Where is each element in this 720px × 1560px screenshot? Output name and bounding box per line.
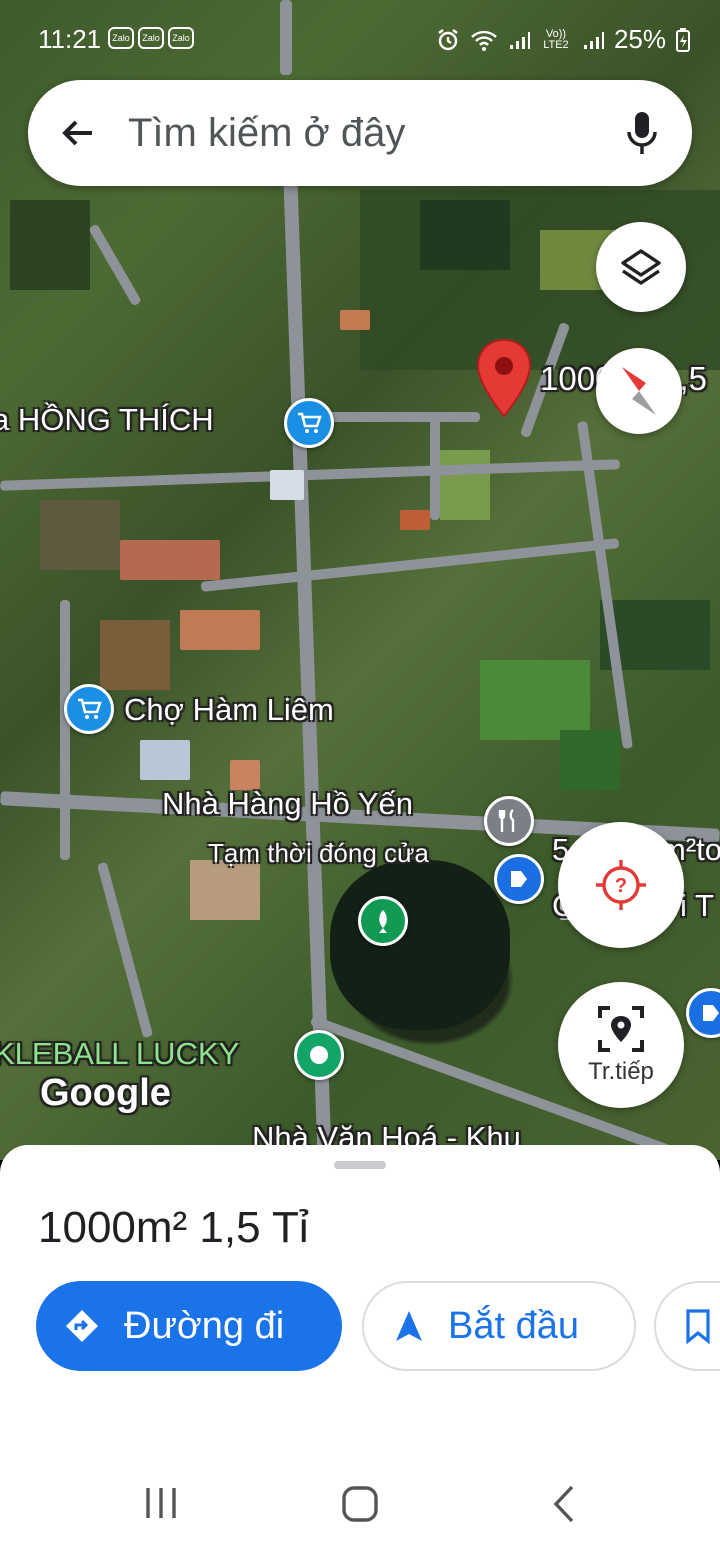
start-label: Bắt đầu: [448, 1304, 579, 1347]
field: [40, 500, 120, 570]
field: [10, 200, 90, 290]
zalo-notification-icon: Zalo: [108, 27, 134, 49]
building: [400, 510, 430, 530]
status-time: 11:21: [38, 24, 102, 54]
mic-icon: [627, 112, 657, 154]
field: [480, 660, 590, 740]
building: [180, 610, 260, 650]
road: [200, 538, 620, 592]
road: [282, 150, 332, 1160]
road: [0, 459, 620, 491]
google-logo: Google: [40, 1072, 171, 1114]
building: [140, 740, 190, 780]
map-label-restaurant[interactable]: Nhà Hàng Hồ Yến: [162, 786, 413, 822]
save-button[interactable]: [654, 1281, 720, 1371]
field: [100, 620, 170, 690]
map-label-hong-thich[interactable]: a HỒNG THÍCH: [0, 402, 214, 438]
alarm-icon: [438, 28, 458, 50]
live-view-icon: [598, 1006, 644, 1052]
home-icon[interactable]: [340, 1484, 380, 1524]
bookmark-icon: [686, 1309, 710, 1344]
restaurant-icon[interactable]: [484, 796, 534, 846]
location-unknown-icon: ?: [596, 860, 646, 910]
back-nav-icon[interactable]: [548, 1484, 582, 1524]
place-title: 1000m² 1,5 Tỉ: [38, 1203, 309, 1252]
voice-search-button[interactable]: [592, 80, 692, 186]
compass-button[interactable]: [596, 348, 682, 434]
navigation-arrow-icon: [396, 1311, 422, 1341]
zalo-notification-icon: Zalo: [138, 27, 164, 49]
svg-text:?: ?: [615, 875, 627, 897]
signal-icon: [509, 31, 530, 49]
layers-button[interactable]: [596, 222, 686, 312]
road: [320, 412, 480, 422]
live-view-label: Tr.tiếp: [588, 1058, 654, 1085]
search-input[interactable]: Tìm kiếm ở đây: [128, 111, 592, 156]
field: [190, 860, 260, 920]
status-right: Vo)) LTE2 25%: [436, 24, 690, 55]
wifi-icon: [471, 30, 497, 51]
status-bar: 11:21 Zalo Zalo Zalo Vo)) LTE2 25%: [0, 0, 720, 78]
field: [420, 200, 510, 270]
fish-icon[interactable]: [358, 896, 408, 946]
road: [88, 223, 142, 307]
directions-label: Đường đi: [124, 1304, 285, 1347]
signal-icon: [583, 31, 604, 49]
live-view-button[interactable]: Tr.tiếp: [558, 982, 684, 1108]
search-bar[interactable]: Tìm kiếm ở đây: [28, 80, 692, 186]
back-button[interactable]: [28, 80, 128, 186]
building: [120, 540, 220, 580]
shopping-cart-icon[interactable]: [64, 684, 114, 734]
building: [270, 470, 304, 500]
system-nav-bar: [0, 1450, 720, 1560]
network-type: Vo)) LTE2: [543, 27, 569, 51]
parking-icon[interactable]: [494, 854, 544, 904]
dot-icon: [310, 1046, 328, 1064]
road: [60, 600, 70, 860]
shopping-cart-icon[interactable]: [284, 398, 334, 448]
place-icon[interactable]: [294, 1030, 344, 1080]
screen: a HỒNG THÍCH Chợ Hàm Liêm Nhà Hàng Hồ Yế…: [0, 0, 720, 1560]
battery-charging-icon: [676, 27, 690, 52]
zalo-notification-icon: Zalo: [168, 27, 194, 49]
map-label-restaurant-status: Tạm thời đóng cửa: [208, 838, 429, 868]
recent-apps-icon[interactable]: [142, 1484, 180, 1522]
road: [430, 420, 440, 520]
field: [560, 730, 620, 790]
location-pin-icon[interactable]: [474, 338, 534, 420]
map-label-cho-ham-liem[interactable]: Chợ Hàm Liêm: [124, 692, 334, 728]
sheet-handle[interactable]: [334, 1161, 386, 1169]
arrow-back-icon: [62, 120, 92, 146]
building: [340, 310, 370, 330]
map-label-pickleball[interactable]: KLEBALL LUCKY: [0, 1036, 239, 1072]
my-location-button[interactable]: ?: [558, 822, 684, 948]
map-label-right-cut-4: i T: [680, 888, 714, 923]
lake: [330, 860, 510, 1030]
directions-button[interactable]: Đường đi: [36, 1281, 342, 1371]
field: [440, 450, 490, 520]
layers-icon: [621, 249, 661, 285]
road: [96, 861, 154, 1039]
battery-percent: 25%: [613, 24, 666, 54]
directions-icon: [66, 1310, 98, 1342]
compass-icon: [622, 367, 656, 415]
parking-icon[interactable]: [686, 988, 720, 1038]
start-button[interactable]: Bắt đầu: [362, 1281, 636, 1371]
